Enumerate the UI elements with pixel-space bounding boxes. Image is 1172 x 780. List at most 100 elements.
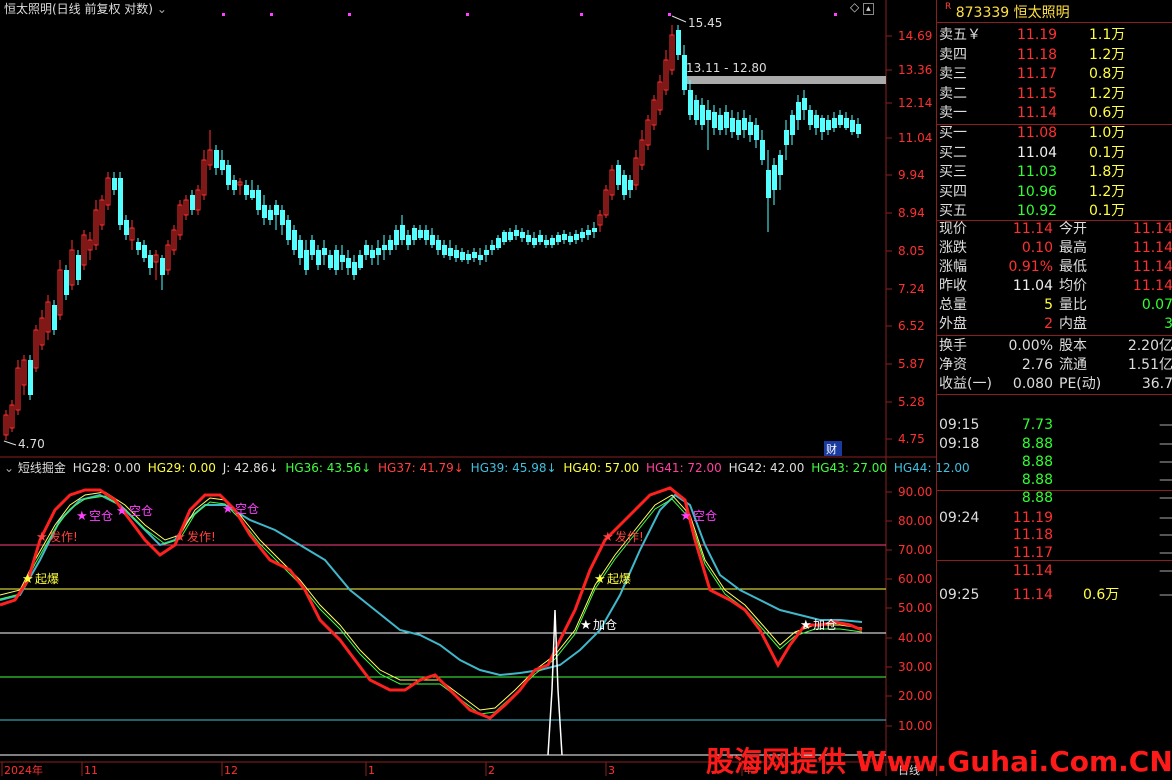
bid-price: 10.92 (1017, 203, 1058, 219)
price-axis-label: 9.94 (898, 168, 925, 182)
date-axis-label: 2024年 (4, 763, 43, 776)
candle-body (544, 240, 549, 245)
bid-row: 买一 11.08 1.0万 (937, 124, 1172, 143)
indicator-axis-label: 40.00 (898, 631, 932, 645)
date-axis-label: 11 (84, 764, 98, 776)
diamond-icon[interactable]: ◇ (850, 0, 859, 14)
bid-label: 买五 (939, 203, 967, 219)
candle-body (532, 238, 537, 245)
bid-price: 11.03 (1017, 164, 1058, 180)
ask-label: 卖四 (939, 46, 967, 63)
price-axis-label: 12.14 (898, 96, 932, 110)
candle-body (478, 255, 483, 260)
tick-row: 8.88 — (937, 453, 1172, 472)
stat-row: 涨幅 0.91% 最低 11.14 (937, 258, 1172, 277)
signal-dot (466, 13, 469, 16)
tick-row: 09:15 7.73 — (937, 416, 1172, 435)
candle-body (760, 140, 765, 160)
stat-value: 11.14 (1132, 278, 1172, 294)
ask-price: 11.19 (1017, 27, 1058, 43)
stock-title: R 873339 恒太照明 (945, 2, 1070, 22)
signal-label: 发作! (187, 529, 216, 544)
candle-body (370, 250, 375, 258)
tick-price: 11.14 (1012, 587, 1053, 603)
stat-label: 量比 (1059, 297, 1087, 313)
candle-body (250, 190, 255, 198)
tick-time: 09:15 (939, 417, 980, 433)
indicator-header: ⌄ 短线掘金 HG28: 0.00 HG29: 0.00 J: 42.86↓ H… (4, 459, 970, 476)
candle-body (412, 228, 417, 240)
ask-row: 卖二 11.15 1.2万 (937, 85, 1172, 104)
expand-icon[interactable]: ▴ (863, 3, 874, 15)
bid-row: 买二 11.04 0.1万 (937, 144, 1172, 163)
indicator-value: HG37: 41.79↓ (374, 461, 464, 475)
candle-body (292, 230, 297, 250)
candle-body (448, 248, 453, 256)
indicator-axis-label: 70.00 (898, 543, 932, 557)
candle-body (376, 248, 381, 255)
bid-volume: 0.1万 (1089, 144, 1126, 161)
candle-body (304, 250, 309, 270)
tick-mark: — (1159, 490, 1172, 506)
signal-dot (348, 13, 351, 16)
fund-value: 36.7 (1141, 376, 1172, 392)
stat-label: 最低 (1059, 259, 1087, 275)
indicator-collapse-icon[interactable]: ⌄ (4, 461, 14, 475)
tick-price: 7.73 (1021, 417, 1053, 433)
signal-label: 空仓 (89, 509, 113, 523)
stat-value: 11.14 (1132, 221, 1172, 237)
signal-dot (580, 13, 583, 16)
chart-area[interactable]: 14.69 13.36 12.14 11.04 9.94 8.94 8.05 7.24 6.52… (0, 0, 970, 776)
candle-body (622, 175, 627, 195)
candle-body (268, 210, 273, 220)
candle-body (400, 225, 405, 240)
candle-body (556, 235, 561, 242)
candle-body (406, 235, 411, 245)
signal-dot (270, 13, 273, 16)
dropdown-icon[interactable]: ⌄ (157, 2, 167, 16)
ask-volume: 1.1万 (1089, 27, 1126, 43)
ask-label: 卖三 (939, 66, 967, 82)
candle-body (148, 255, 153, 268)
ask-volume: 1.2万 (1089, 46, 1126, 63)
kline-chart[interactable]: 14.69 13.36 12.14 11.04 9.94 8.94 8.05 7.24 6.52… (0, 0, 936, 776)
signal-star-icon: ★ (116, 504, 128, 519)
signal-star-icon: ★ (174, 530, 186, 545)
price-axis-label: 14.69 (898, 29, 932, 43)
indicator-axis-label: 80.00 (898, 514, 932, 528)
candle-body (796, 102, 801, 120)
stat-label: 现价 (939, 221, 967, 237)
low-mark-pointer (3, 440, 17, 446)
stat-value: 11.14 (1132, 259, 1172, 275)
candle-body (214, 150, 219, 168)
candle-body (844, 118, 849, 128)
stat-value: 11.14 (1132, 240, 1172, 256)
indicator-name[interactable]: 短线掘金 (18, 461, 66, 475)
stat-value: 3 (1164, 316, 1172, 332)
candle-body (346, 258, 351, 268)
price-axis-label: 5.87 (898, 357, 925, 371)
candle-body (742, 118, 747, 130)
candle-body (424, 230, 429, 240)
price-axis-label: 13.36 (898, 63, 932, 77)
candle-body (502, 232, 507, 242)
ask-price: 11.17 (1017, 66, 1058, 82)
candle-body (358, 255, 363, 268)
signal-label: 起爆 (35, 572, 59, 586)
candle-body (730, 118, 735, 132)
stat-label: 昨收 (939, 278, 967, 294)
stat-row: 外盘 2 内盘 3 (937, 315, 1172, 334)
tick-row: 11.18 — (937, 526, 1172, 545)
signal-star-icon: ★ (602, 530, 614, 545)
candle-body (220, 160, 225, 170)
price-axis-label: 5.28 (898, 395, 925, 409)
fund-value: 0.00% (1008, 338, 1053, 354)
signal-star-icon: ★ (222, 502, 234, 517)
indicator-axis-label: 90.00 (898, 485, 932, 499)
bid-volume: 1.2万 (1089, 183, 1126, 200)
candle-body (814, 115, 819, 128)
indicator-axis-label: 30.00 (898, 660, 932, 674)
indicator-value: HG43: 27.00 (807, 461, 888, 475)
date-axis-label: 1 (368, 764, 375, 776)
candle-body (364, 245, 369, 255)
